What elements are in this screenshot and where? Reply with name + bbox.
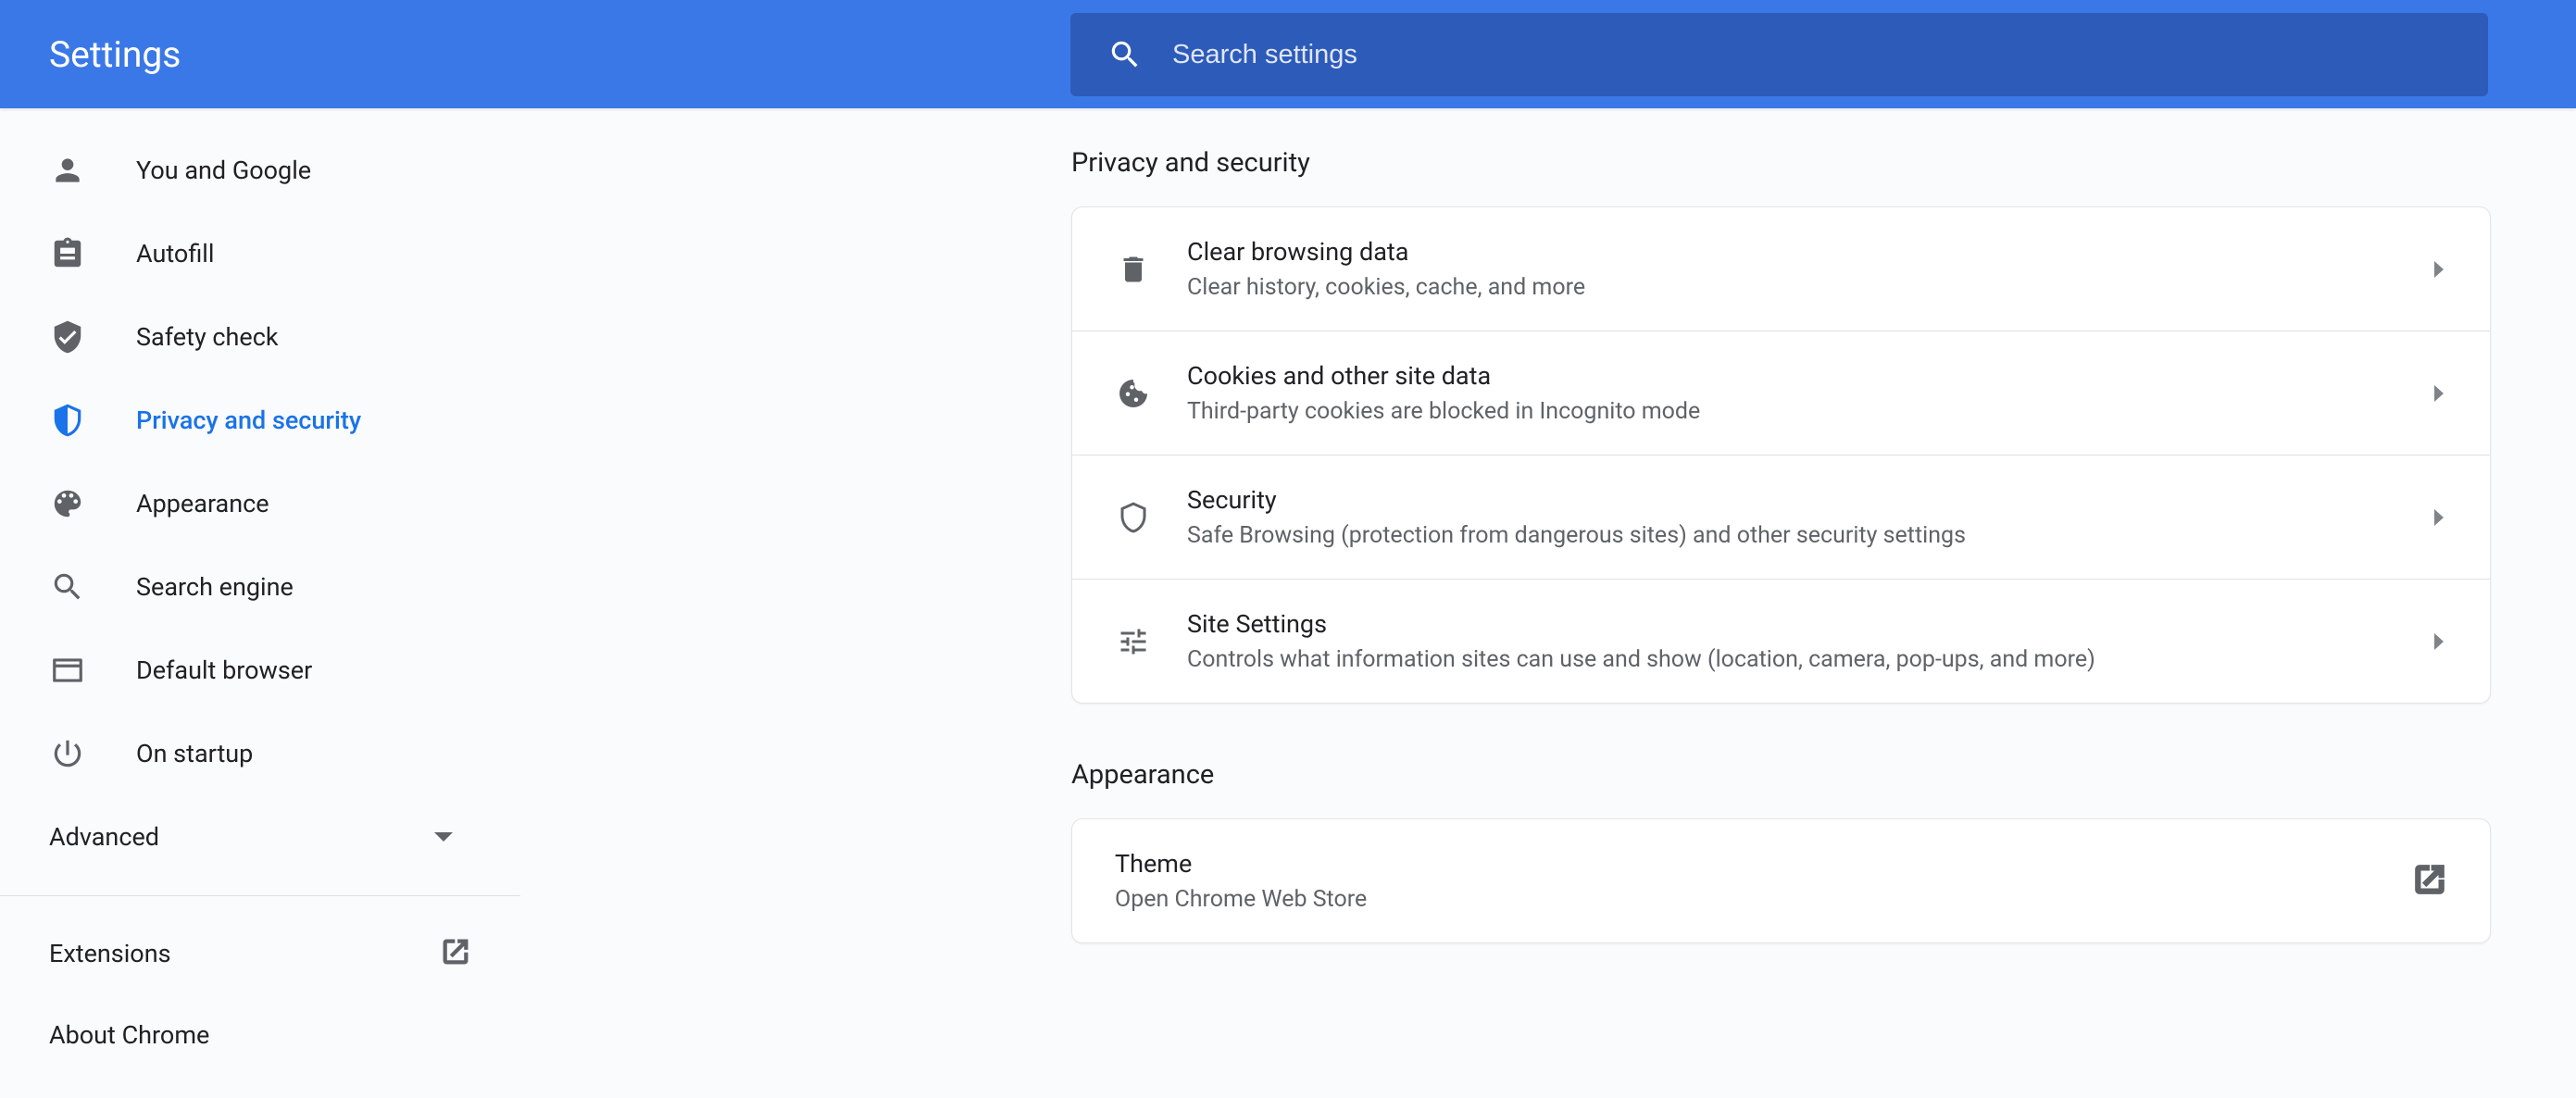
tune-icon: [1115, 623, 1152, 660]
card-appearance: Theme Open Chrome Web Store: [1071, 818, 2491, 943]
search-input[interactable]: [1172, 40, 2451, 70]
row-title: Site Settings: [1187, 609, 2434, 639]
shield-icon: [49, 402, 86, 439]
sidebar-divider: [0, 895, 520, 896]
advanced-label: Advanced: [49, 822, 159, 852]
row-site-settings[interactable]: Site Settings Controls what information …: [1072, 579, 2490, 703]
sidebar-footer-about-chrome[interactable]: About Chrome: [0, 994, 520, 1076]
row-subtitle: Safe Browsing (protection from dangerous…: [1187, 522, 2434, 549]
sidebar: You and Google Autofill Safety check Pri…: [0, 108, 520, 1098]
trash-icon: [1115, 251, 1152, 288]
open-external-icon: [440, 936, 471, 971]
search-box[interactable]: [1070, 13, 2488, 96]
row-cookies-and-other-site-data[interactable]: Cookies and other site data Third-party …: [1072, 331, 2490, 455]
sidebar-footer-label: About Chrome: [49, 1020, 209, 1050]
main-content: Privacy and security Clear browsing data…: [520, 108, 2576, 1098]
search-icon: [1107, 37, 1143, 72]
row-security[interactable]: Security Safe Browsing (protection from …: [1072, 455, 2490, 579]
row-subtitle: Third-party cookies are blocked in Incog…: [1187, 398, 2434, 425]
header: Settings: [0, 0, 2576, 108]
sidebar-item-label: Privacy and security: [136, 406, 361, 435]
chevron-down-icon: [434, 832, 453, 842]
shield-outline-icon: [1115, 499, 1152, 536]
person-icon: [49, 152, 86, 189]
row-title: Clear browsing data: [1187, 237, 2434, 267]
sidebar-footer-label: Extensions: [49, 939, 171, 968]
sidebar-item-label: On startup: [136, 739, 253, 768]
search-icon: [49, 568, 86, 605]
palette-icon: [49, 485, 86, 522]
open-external-icon: [2412, 862, 2447, 901]
sidebar-item-autofill[interactable]: Autofill: [0, 212, 520, 295]
sidebar-item-label: Search engine: [136, 572, 294, 602]
sidebar-item-label: You and Google: [136, 156, 311, 185]
sidebar-item-label: Safety check: [136, 322, 279, 352]
row-clear-browsing-data[interactable]: Clear browsing data Clear history, cooki…: [1072, 207, 2490, 331]
sidebar-item-default-browser[interactable]: Default browser: [0, 629, 520, 712]
sidebar-item-safety-check[interactable]: Safety check: [0, 295, 520, 379]
sidebar-item-you-and-google[interactable]: You and Google: [0, 129, 520, 212]
row-title: Cookies and other site data: [1187, 361, 2434, 391]
sidebar-item-appearance[interactable]: Appearance: [0, 462, 520, 545]
row-subtitle: Clear history, cookies, cache, and more: [1187, 274, 2434, 301]
row-title: Theme: [1115, 849, 2412, 879]
row-title: Security: [1187, 485, 2434, 515]
sidebar-item-label: Autofill: [136, 239, 214, 268]
sidebar-item-label: Appearance: [136, 489, 269, 518]
cookie-icon: [1115, 375, 1152, 412]
chevron-right-icon: [2434, 633, 2444, 650]
shield-check-icon: [49, 318, 86, 356]
sidebar-item-label: Default browser: [136, 655, 312, 685]
header-title: Settings: [49, 33, 181, 76]
row-subtitle: Controls what information sites can use …: [1187, 646, 2434, 673]
row-subtitle: Open Chrome Web Store: [1115, 886, 2412, 913]
section-title-appearance: Appearance: [1071, 759, 2491, 791]
browser-icon: [49, 652, 86, 689]
chevron-right-icon: [2434, 509, 2444, 526]
clipboard-icon: [49, 235, 86, 272]
sidebar-item-search-engine[interactable]: Search engine: [0, 545, 520, 629]
sidebar-item-on-startup[interactable]: On startup: [0, 712, 520, 795]
advanced-toggle[interactable]: Advanced: [0, 795, 520, 879]
section-title-privacy-and-security: Privacy and security: [1071, 147, 2491, 179]
chevron-right-icon: [2434, 261, 2444, 278]
sidebar-item-privacy-and-security[interactable]: Privacy and security: [0, 379, 520, 462]
power-icon: [49, 735, 86, 772]
card-privacy-and-security: Clear browsing data Clear history, cooki…: [1071, 206, 2491, 704]
row-theme[interactable]: Theme Open Chrome Web Store: [1072, 819, 2490, 942]
sidebar-footer-extensions[interactable]: Extensions: [0, 913, 520, 994]
chevron-right-icon: [2434, 385, 2444, 402]
